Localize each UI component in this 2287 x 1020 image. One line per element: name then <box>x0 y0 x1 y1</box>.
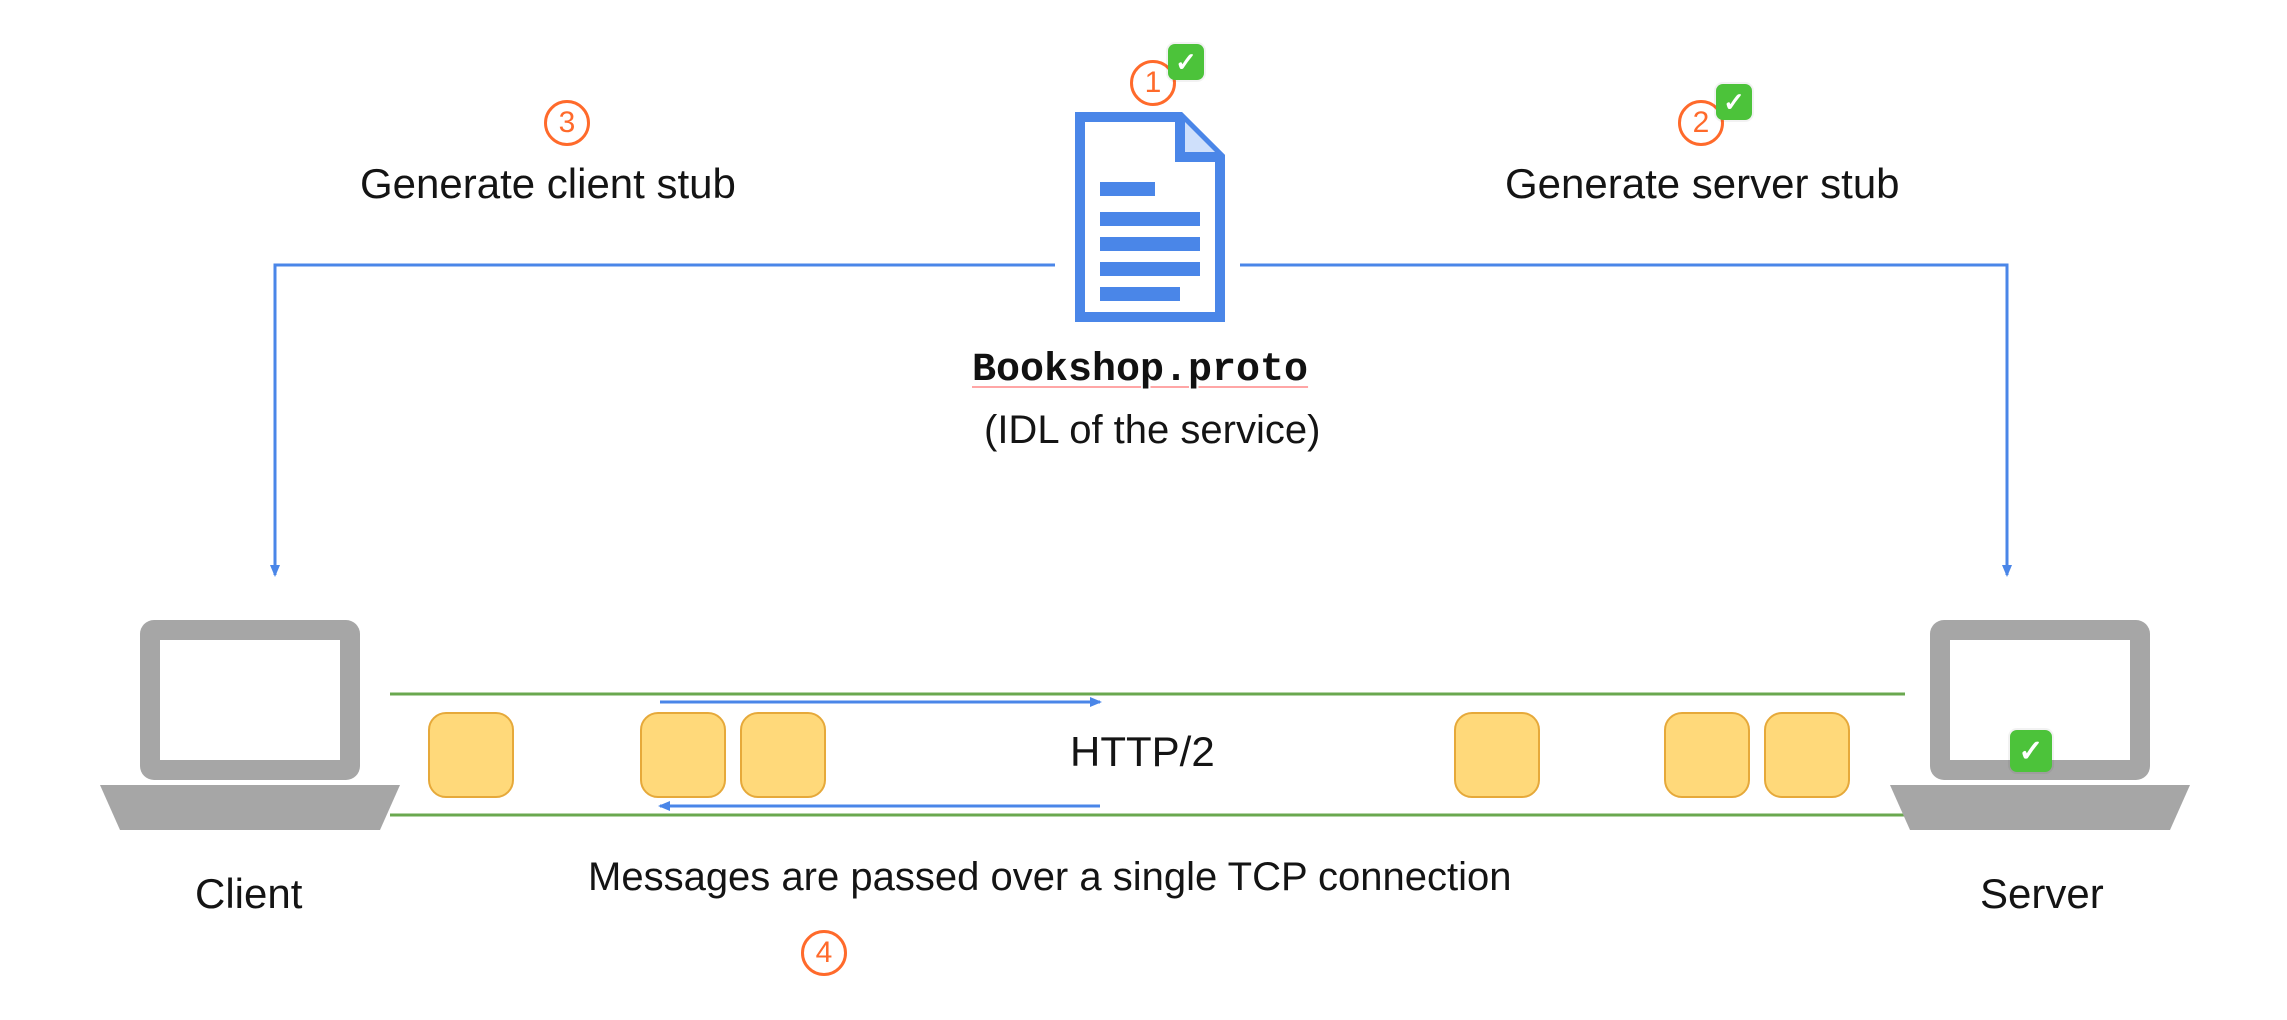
label-server: Server <box>1980 870 2104 918</box>
packet-icon <box>1764 712 1850 798</box>
packet-icon <box>740 712 826 798</box>
label-http2: HTTP/2 <box>1070 728 1215 776</box>
packet-icon <box>428 712 514 798</box>
client-laptop-icon <box>90 610 410 850</box>
check-icon: ✓ <box>2010 730 2052 772</box>
label-tcp-msg: Messages are passed over a single TCP co… <box>588 855 1512 900</box>
packet-icon <box>640 712 726 798</box>
label-client: Client <box>195 870 302 918</box>
packet-icon <box>1664 712 1750 798</box>
packet-icon <box>1454 712 1540 798</box>
